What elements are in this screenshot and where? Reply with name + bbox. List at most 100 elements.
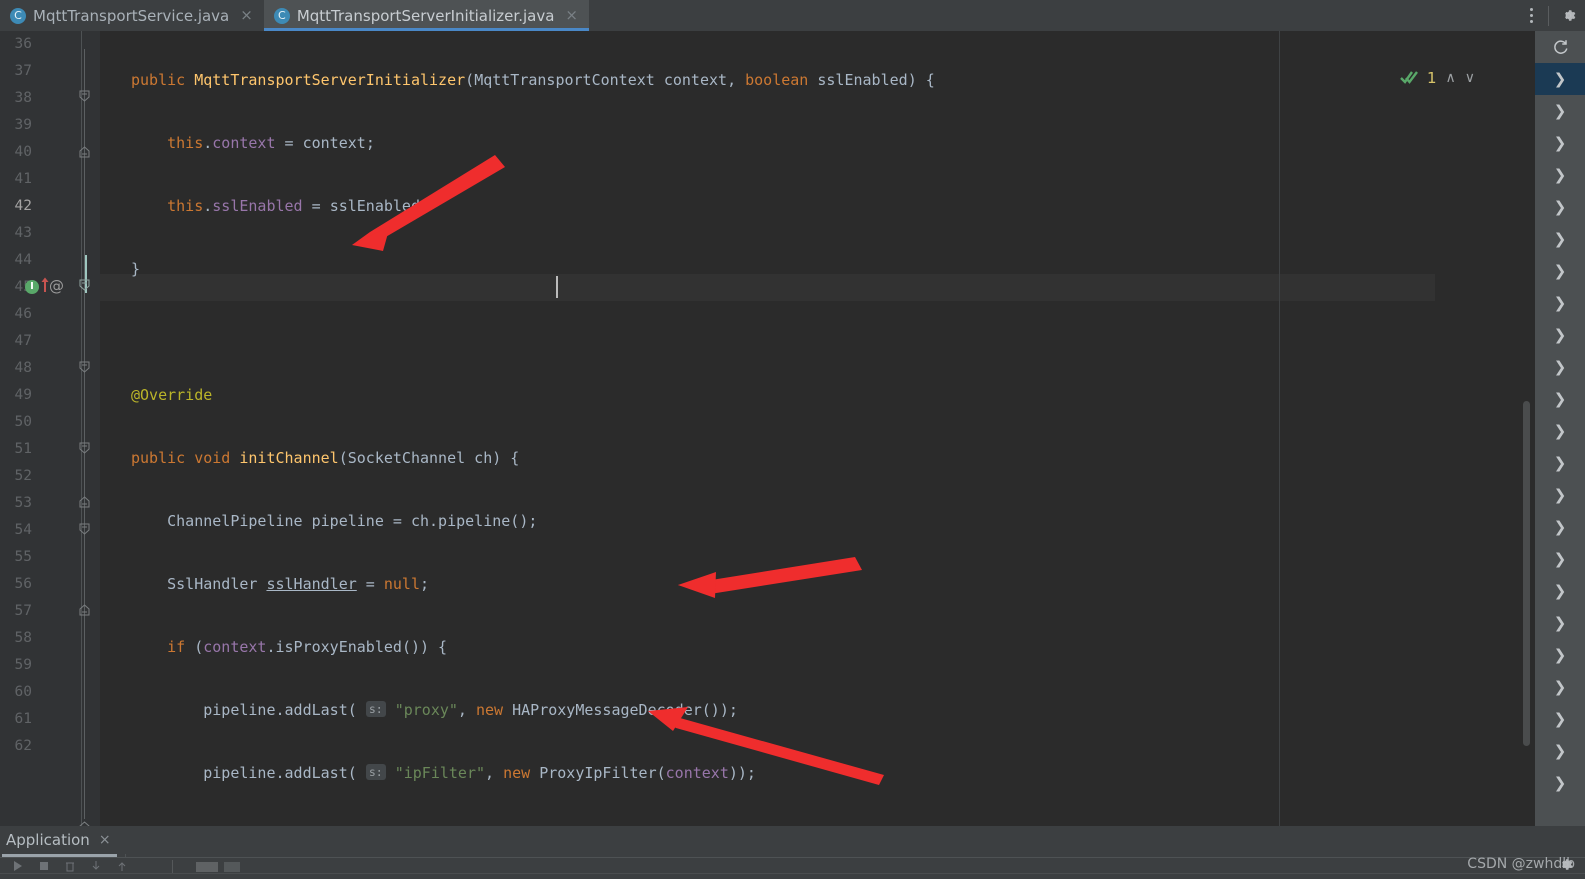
- status-chip-secondary: [224, 862, 240, 872]
- annotation-gutter-icon[interactable]: @: [49, 277, 64, 295]
- line-number: 41: [14, 171, 32, 187]
- inspection-status-widget[interactable]: 1 ∧ ∨: [1400, 69, 1475, 87]
- arrow-down-icon[interactable]: [90, 860, 102, 872]
- code-line-39: }: [131, 260, 141, 278]
- sidebar-item-17[interactable]: ❯: [1535, 607, 1585, 639]
- code-line-44: SslHandler sslHandler = null;: [167, 575, 430, 593]
- java-class-icon: C: [273, 7, 290, 24]
- code-line-41: @Override: [131, 386, 213, 404]
- close-icon[interactable]: ×: [240, 8, 253, 23]
- chevron-right-icon: ❯: [1553, 742, 1567, 760]
- green-double-check-icon: [1400, 71, 1418, 84]
- code-line-43: ChannelPipeline pipeline = ch.pipeline()…: [167, 512, 538, 530]
- fold-marker-collapse[interactable]: [78, 90, 91, 103]
- sidebar-item-12[interactable]: ❯: [1535, 447, 1585, 479]
- trash-icon[interactable]: [64, 860, 76, 872]
- sidebar-item-15[interactable]: ❯: [1535, 543, 1585, 575]
- fold-marker-collapse[interactable]: [78, 523, 91, 536]
- rerun-icon[interactable]: [12, 860, 24, 872]
- line-number-current: 42: [14, 198, 32, 214]
- sidebar-item-8[interactable]: ❯: [1535, 319, 1585, 351]
- stop-icon[interactable]: [38, 860, 50, 872]
- implementing-method-icon[interactable]: I: [25, 280, 39, 294]
- divider: [1548, 5, 1549, 26]
- watermark: CSDN @zwhdlb: [1467, 856, 1575, 872]
- chevron-right-icon: ❯: [1553, 518, 1567, 536]
- sidebar-item-3[interactable]: ❯: [1535, 159, 1585, 191]
- fold-marker-end[interactable]: [78, 146, 91, 159]
- line-number: 37: [14, 63, 32, 79]
- chevron-right-icon: ❯: [1553, 358, 1567, 376]
- sidebar-item-10[interactable]: ❯: [1535, 383, 1585, 415]
- editor-vertical-scrollbar[interactable]: [1522, 71, 1531, 821]
- sidebar-item-2[interactable]: ❯: [1535, 127, 1585, 159]
- sidebar-item-0[interactable]: ❯: [1535, 63, 1585, 95]
- sidebar-item-1[interactable]: ❯: [1535, 95, 1585, 127]
- code-line-42: public void initChannel(SocketChannel ch…: [131, 449, 520, 467]
- next-problem-icon[interactable]: ∨: [1465, 71, 1475, 85]
- sidebar-item-22[interactable]: ❯: [1535, 767, 1585, 799]
- tab-bar-actions: [1516, 0, 1585, 31]
- line-number: 50: [14, 414, 32, 430]
- sidebar-item-19[interactable]: ❯: [1535, 671, 1585, 703]
- right-tool-sidebar: ❯ ❯ ❯ ❯ ❯ ❯ ❯ ❯ ❯ ❯ ❯ ❯ ❯ ❯ ❯ ❯ ❯ ❯ ❯ ❯ …: [1535, 31, 1585, 826]
- chevron-right-icon: ❯: [1553, 614, 1567, 632]
- sidebar-item-9[interactable]: ❯: [1535, 351, 1585, 383]
- code-line-45: if (context.isProxyEnabled()) {: [167, 638, 448, 656]
- arrow-up-icon[interactable]: [116, 860, 128, 872]
- sidebar-item-11[interactable]: ❯: [1535, 415, 1585, 447]
- chevron-right-icon: ❯: [1553, 454, 1567, 472]
- tab-application-label: Application: [6, 831, 90, 849]
- chevron-right-icon: ❯: [1553, 262, 1567, 280]
- sidebar-item-13[interactable]: ❯: [1535, 479, 1585, 511]
- tab-bar-spacer: [589, 0, 1516, 31]
- more-options-icon[interactable]: [1516, 0, 1546, 31]
- chevron-right-icon: ❯: [1553, 230, 1567, 248]
- tab-application[interactable]: Application ×: [0, 826, 123, 854]
- sidebar-item-5[interactable]: ❯: [1535, 223, 1585, 255]
- settings-gear-icon[interactable]: [1551, 0, 1585, 31]
- line-number: 39: [14, 117, 32, 133]
- bottom-hairline: [0, 873, 1585, 874]
- chevron-right-icon: ❯: [1553, 326, 1567, 344]
- line-number-column: 36 37 38 39 40 41 42 43 44 45 46 47 48 4…: [0, 31, 100, 760]
- code-editor[interactable]: 36 37 38 39 40 41 42 43 44 45 46 47 48 4…: [0, 31, 1535, 826]
- line-number: 44: [14, 252, 32, 268]
- line-number: 52: [14, 468, 32, 484]
- divider: [172, 860, 173, 874]
- sidebar-item-16[interactable]: ❯: [1535, 575, 1585, 607]
- bottom-tool-window: Application × CSDN @zwhdlb: [0, 826, 1585, 879]
- sidebar-item-18[interactable]: ❯: [1535, 639, 1585, 671]
- sidebar-item-6[interactable]: ❯: [1535, 255, 1585, 287]
- fold-marker-end[interactable]: [78, 604, 91, 617]
- fold-marker-collapse[interactable]: [78, 442, 91, 455]
- previous-problem-icon[interactable]: ∧: [1446, 71, 1456, 85]
- editor-tab-mqtttransportservice[interactable]: C MqttTransportService.java ×: [0, 0, 264, 31]
- fold-marker-collapse[interactable]: [78, 361, 91, 374]
- line-number: 55: [14, 549, 32, 565]
- chevron-right-icon: ❯: [1553, 294, 1567, 312]
- chevron-right-icon: ❯: [1553, 646, 1567, 664]
- text-caret: [556, 276, 558, 298]
- line-number: 36: [14, 36, 32, 52]
- editor-tab-mqtttransportserverinitializer[interactable]: C MqttTransportServerInitializer.java ×: [263, 0, 590, 31]
- sidebar-item-14[interactable]: ❯: [1535, 511, 1585, 543]
- bottom-divider: [0, 857, 1585, 858]
- close-icon[interactable]: ×: [99, 832, 111, 848]
- chevron-right-icon: ❯: [1553, 198, 1567, 216]
- chevron-right-icon: ❯: [1553, 582, 1567, 600]
- code-content[interactable]: public MqttTransportServerInitializer(Mq…: [100, 31, 935, 826]
- refresh-icon[interactable]: [1535, 31, 1585, 63]
- fold-marker-collapse[interactable]: [78, 279, 91, 292]
- close-icon[interactable]: ×: [565, 8, 578, 23]
- chevron-right-icon: ❯: [1553, 774, 1567, 792]
- line-number: 56: [14, 576, 32, 592]
- scrollbar-thumb[interactable]: [1523, 401, 1530, 746]
- fold-marker-end[interactable]: [78, 496, 91, 509]
- line-number: 43: [14, 225, 32, 241]
- sidebar-item-21[interactable]: ❯: [1535, 735, 1585, 767]
- sidebar-item-7[interactable]: ❯: [1535, 287, 1585, 319]
- sidebar-item-4[interactable]: ❯: [1535, 191, 1585, 223]
- sidebar-item-20[interactable]: ❯: [1535, 703, 1585, 735]
